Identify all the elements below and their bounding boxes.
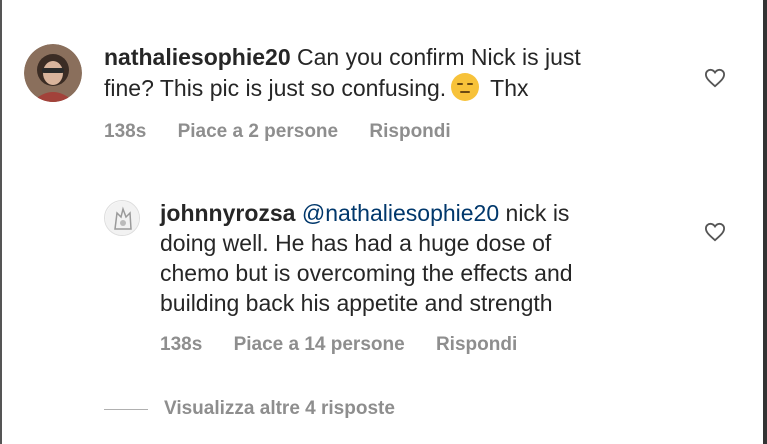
comment-body-line2: fine? This pic is just so confusing.	[104, 75, 447, 101]
avatar[interactable]	[104, 200, 140, 236]
comment-time: 138s	[104, 121, 147, 142]
reply-time: 138s	[160, 334, 203, 355]
comment-text: nathaliesophie20 Can you confirm Nick is…	[104, 42, 684, 103]
view-more-replies-button[interactable]: Visualizza altre 4 risposte	[104, 398, 395, 420]
divider-line	[104, 408, 148, 410]
reply-meta: 138s Piace a 14 persone Rispondi	[160, 334, 543, 356]
view-more-label: Visualizza altre 4 risposte	[164, 398, 395, 419]
comment-body-line1: Can you confirm Nick is just	[290, 44, 581, 70]
reply-username[interactable]: johnnyrozsa	[160, 200, 295, 226]
heart-outline-icon[interactable]	[704, 222, 726, 242]
avatar-photo	[24, 44, 82, 102]
reply-body-line3: chemo but is overcoming the effects and	[160, 260, 573, 286]
reply-text: johnnyrozsa @nathaliesophie20 nick is do…	[160, 198, 700, 318]
reply-button[interactable]: Rispondi	[436, 334, 517, 355]
comment-body-end: Thx	[484, 75, 529, 101]
heart-outline-icon[interactable]	[704, 68, 726, 88]
mention-link[interactable]: @nathaliesophie20	[302, 200, 499, 226]
comment-username[interactable]: nathaliesophie20	[104, 44, 291, 70]
reply-body-line1: nick is	[499, 200, 570, 226]
expressionless-face-emoji	[451, 73, 480, 101]
left-border	[0, 0, 2, 444]
reply-body-line4: building back his appetite and strength	[160, 290, 553, 316]
avatar-photo	[105, 201, 139, 235]
right-border	[763, 0, 767, 444]
likes-count-link[interactable]: Piace a 2 persone	[178, 121, 339, 142]
likes-count-link[interactable]: Piace a 14 persone	[234, 334, 405, 355]
reply-button[interactable]: Rispondi	[369, 121, 450, 142]
comment-meta: 138s Piace a 2 persone Rispondi	[104, 121, 477, 143]
reply-body-line2: doing well. He has had a huge dose of	[160, 230, 552, 256]
avatar[interactable]	[24, 44, 82, 102]
